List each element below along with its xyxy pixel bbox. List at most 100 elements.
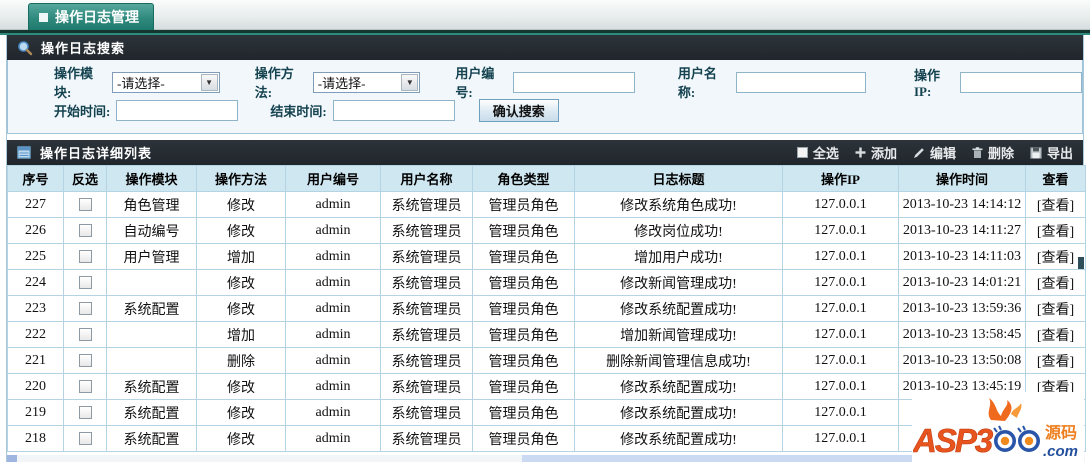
start-time-label: 开始时间:	[54, 103, 111, 119]
cell-ip: 127.0.0.1	[782, 399, 899, 426]
tab-label: 操作日志管理	[55, 11, 139, 26]
cell-checkbox	[63, 373, 107, 400]
row-checkbox[interactable]	[78, 198, 92, 211]
start-time-input[interactable]	[116, 99, 239, 121]
cell-role: 管理员角色	[472, 295, 575, 322]
cell-title: 删除新闻管理信息成功!	[574, 347, 783, 374]
cell-ip: 127.0.0.1	[782, 347, 899, 374]
cell-title: 修改系统角色成功!	[574, 191, 783, 218]
cell-method: 修改	[196, 399, 286, 426]
end-time-input[interactable]	[332, 99, 455, 121]
cell-user_id: admin	[285, 347, 381, 374]
export-label: 导出	[1046, 146, 1073, 161]
search-submit-button[interactable]: 确认搜索	[478, 98, 559, 122]
user-name-input[interactable]	[735, 71, 866, 93]
cell-module	[106, 321, 197, 348]
export-disk-icon	[1030, 146, 1042, 159]
cell-role: 管理员角色	[472, 321, 575, 348]
row-checkbox[interactable]	[78, 224, 92, 237]
select-all-button[interactable]: 全选	[796, 143, 839, 162]
view-link[interactable]: [查看]	[1025, 295, 1086, 322]
method-select[interactable]: -请选择- ▼	[312, 71, 421, 93]
cell-ip: 127.0.0.1	[782, 191, 899, 218]
cell-method: 修改	[196, 295, 286, 322]
cell-user_id: admin	[285, 399, 381, 426]
pencil-icon	[913, 147, 924, 158]
column-header: 操作IP	[782, 165, 899, 192]
method-label: 操作方法:	[254, 66, 294, 100]
cell-seq: 221	[7, 347, 64, 374]
view-link[interactable]: [查看]	[1025, 347, 1086, 374]
cell-seq: 220	[7, 373, 64, 400]
view-link[interactable]: [查看]	[1025, 243, 1086, 270]
delete-label: 删除	[987, 146, 1014, 161]
module-select-value: -请选择-	[117, 75, 165, 91]
search-form-row-1: 操作模块: -请选择- ▼ 操作方法: -请选择- ▼ 用户编号: 用户名称: …	[54, 66, 1082, 100]
table-row: 223 系统配置 修改 admin 系统管理员 管理员角色 修改系统配置成功! 127.0.0…	[7, 295, 1086, 322]
list-section-header: 操作日志详细列表 全选 添加 编辑 删除 导出	[7, 140, 1083, 165]
table-row: 226 自动编号 修改 admin 系统管理员 管理员角色 修改岗位成功! 127.0.0.1…	[7, 217, 1086, 244]
cell-seq: 219	[7, 399, 64, 426]
list-icon	[17, 145, 31, 159]
cell-method: 修改	[196, 217, 286, 244]
cell-module	[106, 347, 197, 374]
edit-button[interactable]: 编辑	[913, 143, 956, 162]
row-checkbox[interactable]	[78, 276, 92, 289]
delete-button[interactable]: 删除	[972, 143, 1014, 162]
watermark-tag-text: 源码	[1045, 423, 1077, 442]
cell-seq: 225	[7, 243, 64, 270]
cell-user_name: 系统管理员	[380, 373, 473, 400]
cell-time: 2013-10-23 13:50:08	[898, 347, 1026, 374]
cell-title: 修改系统配置成功!	[574, 399, 783, 426]
cell-method: 修改	[196, 269, 286, 296]
row-checkbox[interactable]	[78, 354, 92, 367]
cell-role: 管理员角色	[472, 425, 575, 452]
row-checkbox[interactable]	[78, 406, 92, 419]
column-header: 序号	[7, 165, 64, 192]
cell-user_id: admin	[285, 321, 381, 348]
cell-seq: 226	[7, 217, 64, 244]
table-row: 227 角色管理 修改 admin 系统管理员 管理员角色 修改系统角色成功! 127.0.0…	[7, 191, 1086, 218]
end-time-label: 结束时间:	[270, 103, 327, 119]
cell-checkbox	[63, 399, 107, 426]
cell-checkbox	[63, 425, 107, 452]
log-table-header-row: 序号 反选 操作模块 操作方法 用户编号 用户名称 角色类型 日志标题 操作IP 操作时间 查看	[7, 165, 1086, 192]
cell-role: 管理员角色	[472, 399, 575, 426]
cell-method: 修改	[196, 191, 286, 218]
select-all-checkbox[interactable]	[796, 147, 808, 158]
module-select[interactable]: -请选择- ▼	[112, 71, 220, 93]
row-checkbox[interactable]	[78, 302, 92, 315]
cell-method: 增加	[196, 243, 286, 270]
add-label: 添加	[870, 146, 897, 161]
user-id-input[interactable]	[513, 71, 636, 93]
horizontal-scrollbar-thumb[interactable]	[522, 455, 977, 462]
tab-operation-log[interactable]: 操作日志管理	[28, 3, 154, 30]
cell-role: 管理员角色	[472, 217, 575, 244]
asp300-logo: ASP3 源码 .com	[913, 398, 1078, 460]
cell-time: 2013-10-23 14:14:12	[898, 191, 1026, 218]
add-button[interactable]: 添加	[855, 143, 897, 162]
cell-role: 管理员角色	[472, 243, 575, 270]
table-row: 222 增加 admin 系统管理员 管理员角色 增加新闻管理成功! 127.0.0.1 20…	[7, 321, 1086, 348]
cell-user_name: 系统管理员	[380, 321, 473, 348]
cell-checkbox	[63, 269, 107, 296]
view-link[interactable]: [查看]	[1025, 191, 1086, 218]
export-button[interactable]: 导出	[1030, 143, 1073, 162]
row-checkbox[interactable]	[78, 380, 92, 393]
column-header: 角色类型	[472, 165, 575, 192]
top-tab-bar: 操作日志管理	[0, 0, 1090, 30]
view-link[interactable]: [查看]	[1025, 269, 1086, 296]
cell-ip: 127.0.0.1	[782, 243, 899, 270]
row-checkbox[interactable]	[78, 328, 92, 341]
cell-ip: 127.0.0.1	[782, 269, 899, 296]
cell-method: 修改	[196, 425, 286, 452]
cell-time: 2013-10-23 14:01:21	[898, 269, 1026, 296]
ip-input[interactable]	[960, 71, 1082, 93]
cell-time: 2013-10-23 14:11:03	[898, 243, 1026, 270]
view-link[interactable]: [查看]	[1025, 321, 1086, 348]
cell-role: 管理员角色	[472, 347, 575, 374]
row-checkbox[interactable]	[78, 432, 92, 445]
view-link[interactable]: [查看]	[1025, 217, 1086, 244]
row-checkbox[interactable]	[78, 250, 92, 263]
cell-method: 增加	[196, 321, 286, 348]
